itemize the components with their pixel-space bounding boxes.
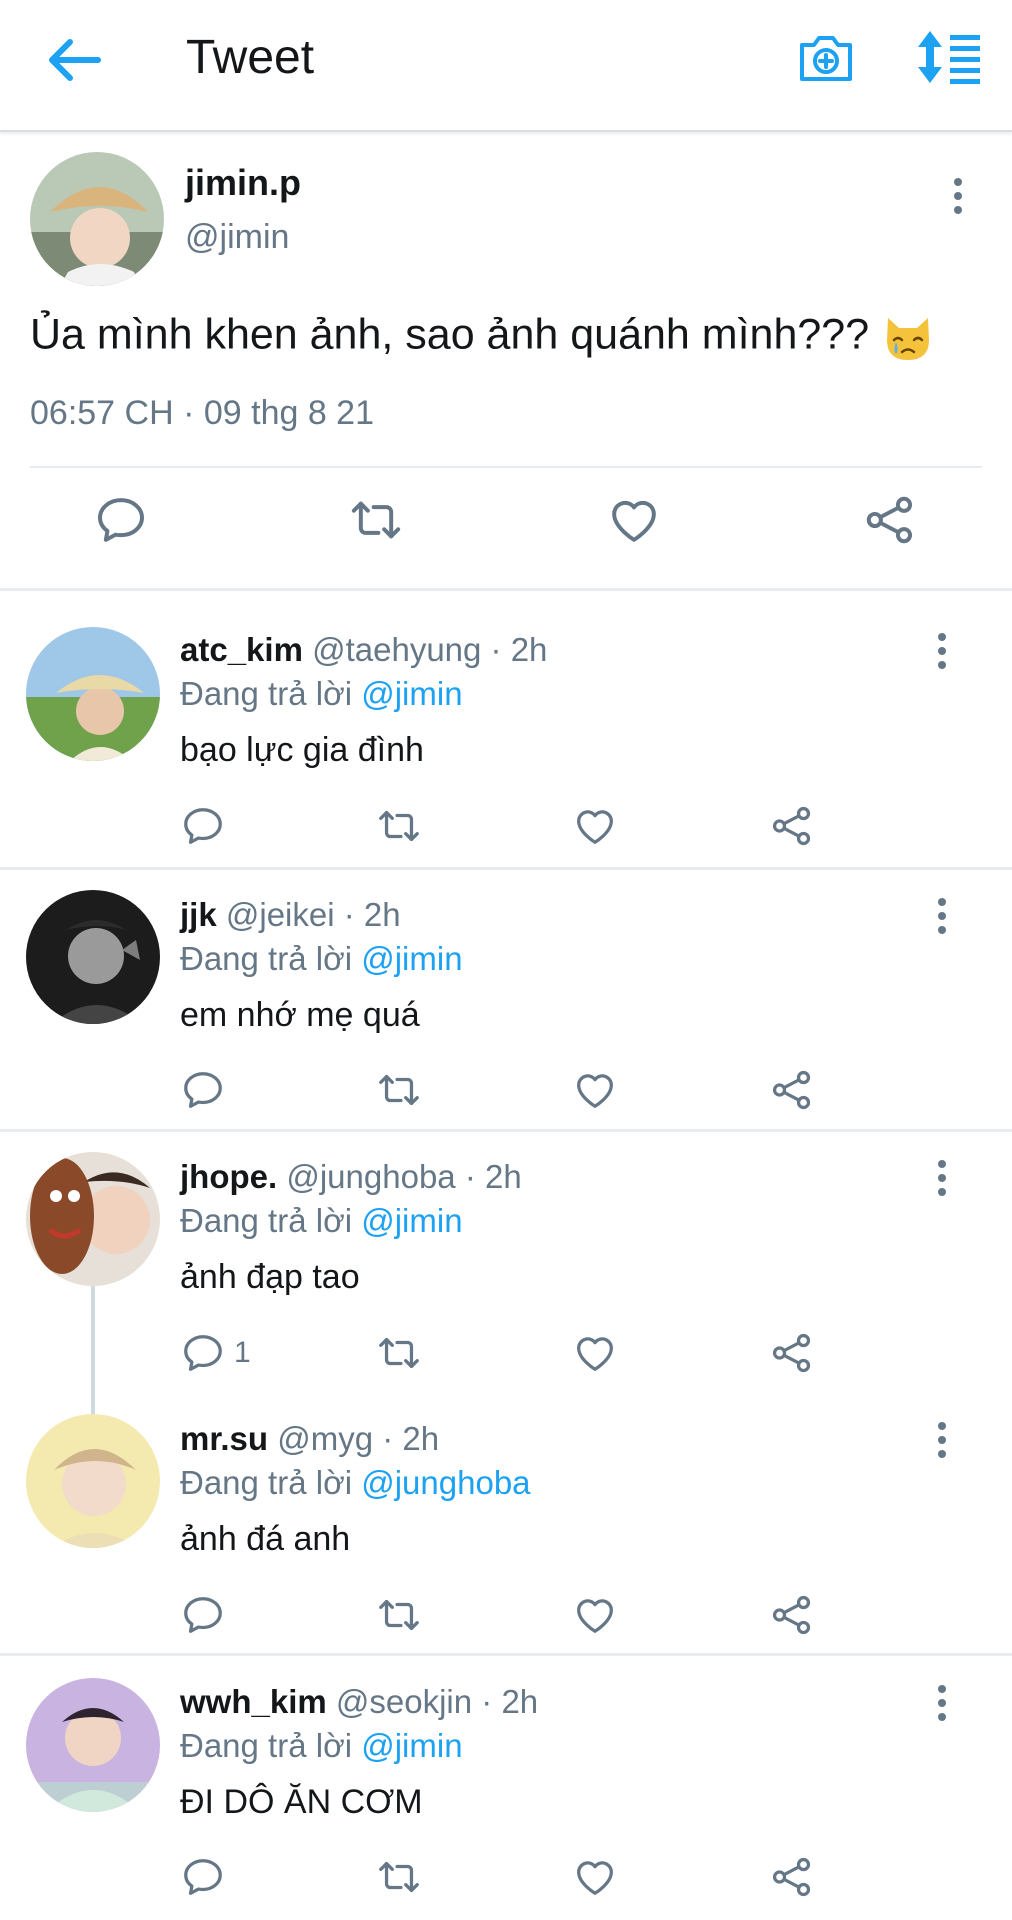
reply-tweet[interactable]: jjk @jeikei · 2h Đang trả lời @jimin em … (0, 870, 1012, 1132)
like-icon[interactable] (606, 492, 662, 548)
replying-to: Đang trả lời @junghoba (180, 1464, 531, 1502)
author-meta: @jeikei · 2h (225, 896, 401, 933)
author-name[interactable]: jhope. (180, 1158, 277, 1195)
author-meta: @myg · 2h (277, 1420, 440, 1457)
replying-to-label: Đang trả lời (180, 940, 353, 977)
more-options-icon[interactable] (930, 1420, 954, 1460)
mention-link[interactable]: @jimin (361, 940, 462, 977)
reply-icon[interactable] (180, 1592, 226, 1638)
reply-icon[interactable] (180, 1854, 226, 1900)
more-options-icon[interactable] (930, 896, 954, 936)
replying-to-label: Đang trả lời (180, 1202, 353, 1239)
reply-text: ảnh đá anh (180, 1520, 351, 1558)
author-name[interactable]: jjk (180, 896, 217, 933)
retweet-icon[interactable] (376, 1592, 422, 1638)
reply-header: mr.su @myg · 2h (180, 1420, 439, 1458)
reply-text: em nhớ mẹ quá (180, 996, 420, 1034)
reply-header: wwh_kim @seokjin · 2h (180, 1683, 538, 1721)
author-name[interactable]: jimin.p (185, 162, 301, 204)
replying-to-label: Đang trả lời (180, 675, 353, 712)
replying-to: Đang trả lời @jimin (180, 1727, 463, 1765)
author-handle[interactable]: @jimin (185, 218, 289, 257)
author-name[interactable]: wwh_kim (180, 1683, 327, 1720)
reply-actions (0, 803, 1012, 863)
like-icon[interactable] (572, 1330, 618, 1376)
reply-tweet[interactable]: wwh_kim @seokjin · 2h Đang trả lời @jimi… (0, 1656, 1012, 1920)
back-arrow-icon[interactable] (40, 30, 110, 90)
reply-header: atc_kim @taehyung · 2h (180, 631, 547, 669)
author-meta: @junghoba · 2h (286, 1158, 522, 1195)
reply-header: jjk @jeikei · 2h (180, 896, 401, 934)
reply-thread: jhope. @junghoba · 2h Đang trả lời @jimi… (0, 1132, 1012, 1656)
retweet-icon[interactable] (376, 1067, 422, 1113)
reply-actions: 1 (0, 1330, 1012, 1390)
more-options-icon[interactable] (930, 1158, 954, 1198)
sort-icon[interactable] (914, 29, 984, 85)
share-icon[interactable] (769, 1067, 815, 1113)
mention-link[interactable]: @junghoba (361, 1464, 530, 1501)
replying-to-label: Đang trả lời (180, 1464, 353, 1501)
retweet-icon[interactable] (376, 1330, 422, 1376)
author-meta: @seokjin · 2h (335, 1683, 539, 1720)
share-icon[interactable] (769, 1592, 815, 1638)
more-options-icon[interactable] (930, 631, 954, 671)
like-icon[interactable] (572, 1067, 618, 1113)
main-tweet: jimin.p @jimin Ủa mình khen ảnh, sao ảnh… (0, 132, 1012, 591)
like-icon[interactable] (572, 803, 618, 849)
reply-header: jhope. @junghoba · 2h (180, 1158, 522, 1196)
reply-tweet[interactable]: atc_kim @taehyung · 2h Đang trả lời @jim… (0, 591, 1012, 870)
author-meta: @taehyung · 2h (312, 631, 548, 668)
more-options-icon[interactable] (930, 1683, 954, 1723)
replying-to-label: Đang trả lời (180, 1727, 353, 1764)
share-icon[interactable] (769, 1854, 815, 1900)
crying-cat-emoji-icon (887, 318, 930, 360)
reply-text: ảnh đạp tao (180, 1258, 360, 1296)
tweet-text-content: Ủa mình khen ảnh, sao ảnh quánh mình??? (30, 310, 870, 359)
camera-add-icon[interactable] (796, 27, 856, 87)
page-title: Tweet (186, 31, 315, 84)
replying-to: Đang trả lời @jimin (180, 675, 463, 713)
retweet-icon[interactable] (376, 1854, 422, 1900)
top-app-bar: Tweet (0, 0, 1012, 132)
mention-link[interactable]: @jimin (361, 1202, 462, 1239)
tweet-timestamp: 06:57 CH · 09 thg 8 21 (30, 394, 375, 432)
divider (30, 466, 982, 468)
replying-to: Đang trả lời @jimin (180, 940, 463, 978)
like-icon[interactable] (572, 1592, 618, 1638)
avatar[interactable] (26, 1152, 160, 1286)
share-icon[interactable] (862, 492, 918, 548)
avatar[interactable] (26, 890, 160, 1024)
reply-actions (0, 1067, 1012, 1127)
reply-icon[interactable] (180, 1067, 226, 1113)
replying-to: Đang trả lời @jimin (180, 1202, 463, 1240)
tweet-text: Ủa mình khen ảnh, sao ảnh quánh mình??? (30, 310, 935, 364)
author-name[interactable]: mr.su (180, 1420, 268, 1457)
author-name[interactable]: atc_kim (180, 631, 303, 668)
mention-link[interactable]: @jimin (361, 675, 462, 712)
retweet-icon[interactable] (348, 492, 404, 548)
retweet-icon[interactable] (376, 803, 422, 849)
avatar[interactable] (26, 1414, 160, 1548)
avatar[interactable] (30, 152, 164, 286)
reply-actions (0, 1592, 1012, 1652)
share-icon[interactable] (769, 1330, 815, 1376)
tweet-actions (0, 492, 1012, 562)
reply-icon[interactable] (180, 1330, 226, 1376)
reply-text: bạo lực gia đình (180, 731, 424, 769)
mention-link[interactable]: @jimin (361, 1727, 462, 1764)
reply-actions (0, 1854, 1012, 1914)
avatar[interactable] (26, 1678, 160, 1812)
reply-icon[interactable] (180, 803, 226, 849)
avatar[interactable] (26, 627, 160, 761)
reply-count: 1 (234, 1336, 251, 1369)
share-icon[interactable] (769, 803, 815, 849)
reply-icon[interactable] (93, 492, 149, 548)
like-icon[interactable] (572, 1854, 618, 1900)
more-options-icon[interactable] (946, 176, 970, 216)
reply-text: ĐI DÔ ĂN CƠM (180, 1783, 423, 1821)
